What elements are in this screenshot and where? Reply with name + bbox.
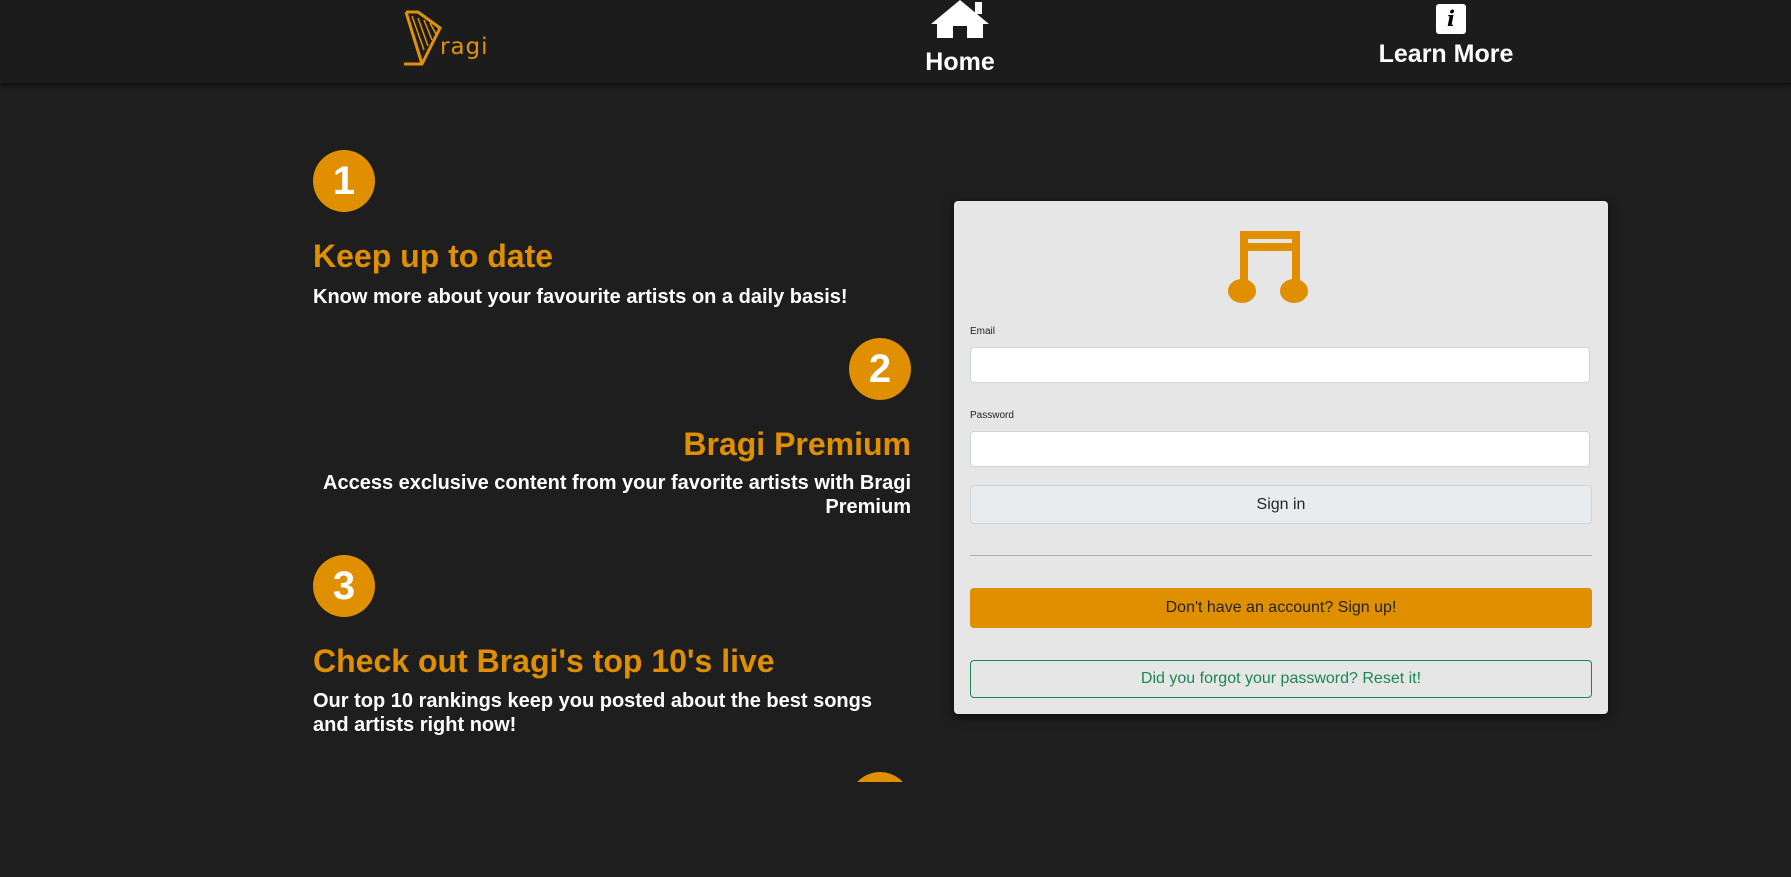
password-label: Password bbox=[970, 410, 1014, 421]
nav-home-label: Home bbox=[925, 48, 995, 76]
login-card: Email Password Sign in Don't have an acc… bbox=[954, 201, 1608, 714]
top-navbar: ragi Home i Learn More bbox=[0, 0, 1791, 83]
nav-learn-more-link[interactable]: i Learn More bbox=[1370, 0, 1522, 80]
feature-3-description: Our top 10 rankings keep you posted abou… bbox=[313, 690, 872, 736]
divider bbox=[970, 555, 1592, 556]
feature-4-number-badge-partial bbox=[849, 772, 911, 782]
feature-1-title: Keep up to date bbox=[313, 238, 554, 274]
feature-1-description: Know more about your favourite artists o… bbox=[313, 286, 848, 308]
logo-text: ragi bbox=[440, 34, 489, 60]
feature-2-title: Bragi Premium bbox=[683, 426, 911, 462]
feature-2-number-badge: 2 bbox=[849, 338, 911, 400]
feature-3-title: Check out Bragi's top 10's live bbox=[313, 643, 775, 679]
feature-3-number-badge: 3 bbox=[313, 555, 375, 617]
info-icon: i bbox=[1436, 4, 1466, 34]
feature-2-description: Access exclusive content from your favor… bbox=[323, 472, 911, 518]
email-field[interactable] bbox=[970, 347, 1590, 383]
email-label: Email bbox=[970, 326, 996, 337]
music-note-icon bbox=[1228, 231, 1308, 303]
feature-1-number-badge: 1 bbox=[313, 150, 375, 212]
home-icon bbox=[931, 0, 989, 38]
password-field[interactable] bbox=[970, 431, 1590, 467]
nav-home-link[interactable]: Home bbox=[900, 0, 1020, 80]
reset-password-button[interactable]: Did you forgot your password? Reset it! bbox=[970, 660, 1592, 698]
sign-up-button[interactable]: Don't have an account? Sign up! bbox=[970, 588, 1592, 628]
sign-in-button[interactable]: Sign in bbox=[970, 485, 1592, 524]
bragi-logo[interactable]: ragi bbox=[400, 6, 502, 68]
nav-learn-more-label: Learn More bbox=[1378, 40, 1514, 68]
